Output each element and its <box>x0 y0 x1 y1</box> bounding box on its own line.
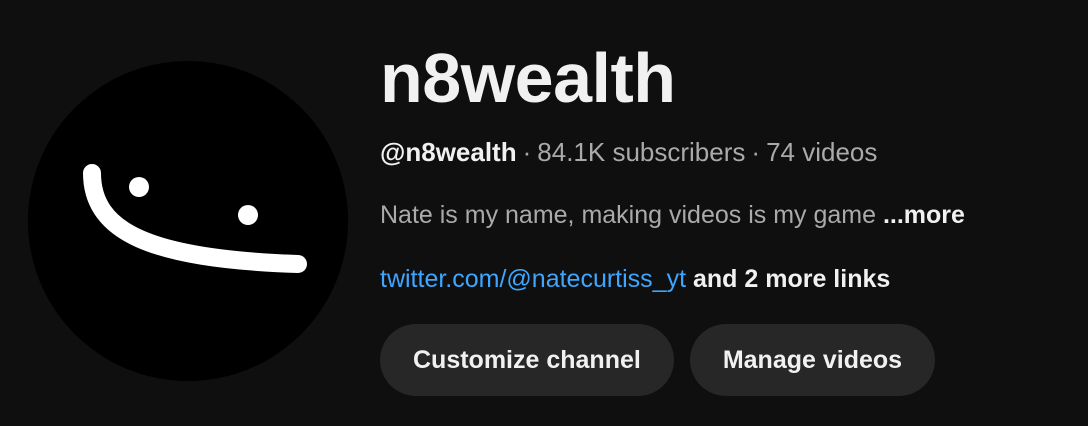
more-links-button[interactable]: and 2 more links <box>693 265 890 293</box>
twitter-link[interactable]: twitter.com/@natecurtiss_yt <box>380 265 686 293</box>
channel-actions: Customize channel Manage videos <box>380 324 936 396</box>
channel-avatar[interactable] <box>28 61 348 381</box>
channel-links: twitter.com/@natecurtiss_yt and 2 more l… <box>380 263 890 295</box>
channel-handle: @n8wealth <box>380 137 517 167</box>
description-text: Nate is my name, making videos is my gam… <box>380 201 877 229</box>
subscriber-count: 84.1K subscribers <box>537 137 746 167</box>
meta-separator: · <box>522 137 532 167</box>
smiley-face-icon <box>28 61 348 381</box>
customize-channel-button[interactable]: Customize channel <box>380 324 674 396</box>
meta-separator: · <box>751 137 761 167</box>
channel-name: n8wealth <box>380 39 676 117</box>
manage-videos-button[interactable]: Manage videos <box>689 324 936 396</box>
channel-description[interactable]: Nate is my name, making videos is my gam… <box>380 199 965 231</box>
more-button[interactable]: ...more <box>883 201 965 229</box>
channel-meta: @n8wealth · 84.1K subscribers · 74 videos <box>380 136 877 168</box>
video-count: 74 videos <box>766 137 878 167</box>
